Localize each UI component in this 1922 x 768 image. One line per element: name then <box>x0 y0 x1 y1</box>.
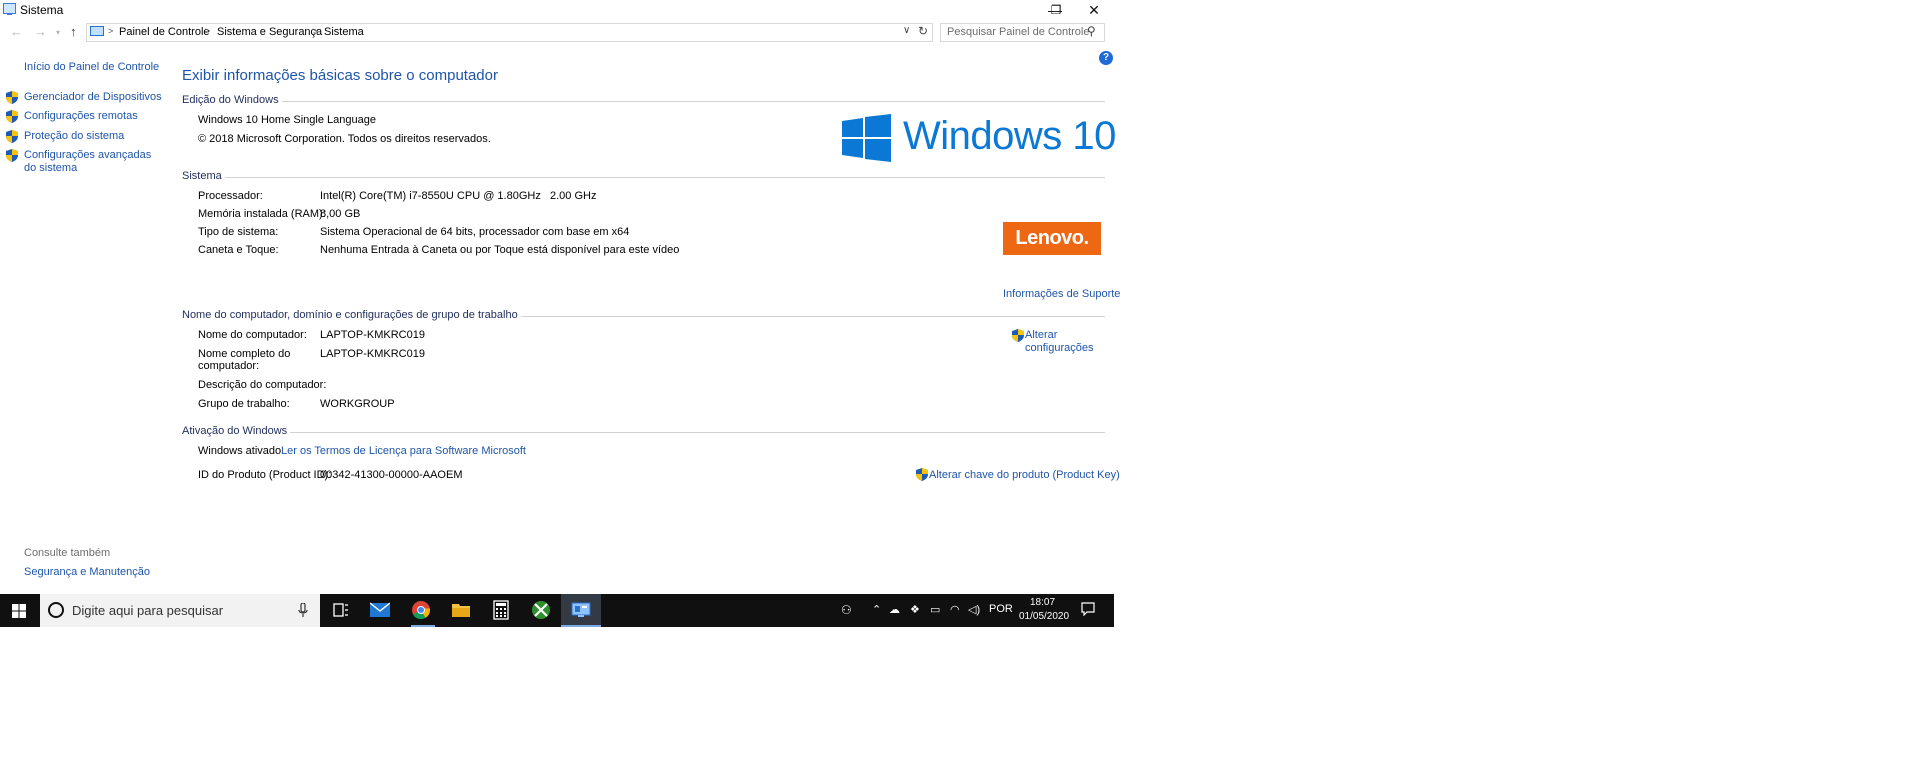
control-panel-taskbar-icon[interactable] <box>571 600 591 620</box>
close-button[interactable]: ✕ <box>1077 0 1111 20</box>
section-title-activation: Ativação do Windows <box>182 425 291 437</box>
processor-value: Intel(R) Core(TM) i7-8550U CPU @ 1.80GHz… <box>320 190 597 202</box>
change-settings-link[interactable]: Alterar configurações <box>1025 329 1105 355</box>
breadcrumb-sistema-e-seguranca[interactable]: Sistema e Segurança <box>217 26 322 38</box>
back-arrow-icon[interactable]: ← <box>10 24 23 39</box>
chrome-running-indicator <box>411 625 435 627</box>
search-placeholder: Pesquisar Painel de Controle <box>947 26 1090 38</box>
xbox-icon[interactable] <box>531 600 551 620</box>
active-app-indicator <box>561 625 601 627</box>
license-terms-link[interactable]: Ler os Termos de Licença para Software M… <box>281 445 526 457</box>
recent-locations-chevron-icon[interactable]: ▾ <box>56 28 60 37</box>
activation-status: Windows ativado <box>198 445 282 457</box>
lenovo-logo: Lenovo. <box>1003 222 1101 255</box>
pen-touch-label: Caneta e Toque: <box>198 244 279 256</box>
onedrive-cloud-icon[interactable]: ☁ <box>889 603 900 616</box>
mail-icon[interactable] <box>370 600 390 620</box>
forward-arrow-icon[interactable]: → <box>34 24 47 39</box>
breadcrumb-separator-icon[interactable]: > <box>205 26 210 36</box>
uac-shield-icon <box>1012 329 1024 342</box>
sidebar-item-system-protection[interactable]: Proteção do sistema <box>24 130 124 142</box>
sidebar-item-advanced-settings[interactable]: Configurações avançadas do sistema <box>24 149 154 175</box>
see-also-security-link[interactable]: Segurança e Manutenção <box>24 566 150 578</box>
window-title: Sistema <box>20 3 64 17</box>
section-title-system: Sistema <box>182 170 225 182</box>
chevron-up-icon[interactable]: ⌃ <box>872 603 881 616</box>
full-computer-name-label: Nome completo do computador: <box>198 348 291 372</box>
start-windows-icon[interactable] <box>12 604 26 618</box>
people-icon[interactable]: ⚇ <box>841 603 852 617</box>
change-product-key-link[interactable]: Alterar chave do produto (Product Key) <box>929 469 1120 481</box>
section-divider <box>182 177 1105 178</box>
uac-shield-icon <box>916 468 928 481</box>
uac-shield-icon <box>6 110 18 123</box>
calculator-icon[interactable] <box>491 600 511 620</box>
uac-shield-icon <box>6 149 18 162</box>
microphone-icon[interactable] <box>298 603 308 618</box>
section-title-edition: Edição do Windows <box>182 94 282 106</box>
workgroup-value: WORKGROUP <box>320 398 395 410</box>
system-type-value: Sistema Operacional de 64 bits, processa… <box>320 226 630 238</box>
see-also-title: Consulte também <box>24 547 111 559</box>
breadcrumb-painel-de-controle[interactable]: Painel de Controle <box>119 26 210 38</box>
sidebar-home-link[interactable]: Início do Painel de Controle <box>24 61 159 73</box>
copyright-text: © 2018 Microsoft Corporation. Todos os d… <box>198 133 491 145</box>
section-divider <box>182 432 1105 433</box>
full-computer-name-value: LAPTOP-KMKRC019 <box>320 348 425 360</box>
clock-date[interactable]: 01/05/2020 <box>1019 611 1069 622</box>
sidebar-item-device-manager[interactable]: Gerenciador de Dispositivos <box>24 91 162 103</box>
breadcrumb-separator-icon[interactable]: > <box>313 26 318 36</box>
ram-value: 8,00 GB <box>320 208 361 220</box>
title-bar[interactable] <box>0 0 1116 20</box>
restore-button[interactable]: ❐ <box>1039 0 1073 20</box>
address-dropdown-icon[interactable]: ∨ <box>903 25 910 36</box>
refresh-icon[interactable]: ↻ <box>918 24 928 38</box>
section-title-computer-name: Nome do computador, domínio e configuraç… <box>182 309 521 321</box>
file-explorer-icon[interactable] <box>451 600 471 620</box>
system-type-label: Tipo de sistema: <box>198 226 279 238</box>
cortana-icon <box>48 602 64 618</box>
wifi-icon[interactable]: ◠ <box>950 603 960 616</box>
breadcrumb-separator-icon[interactable]: > <box>108 26 113 36</box>
help-icon[interactable]: ? <box>1099 51 1113 65</box>
product-id-label: ID do Produto (Product ID): <box>198 469 332 481</box>
processor-label: Processador: <box>198 190 263 202</box>
windows-edition-name: Windows 10 Home Single Language <box>198 114 376 126</box>
page-title: Exibir informações básicas sobre o compu… <box>182 67 498 84</box>
language-indicator[interactable]: POR <box>989 603 1013 615</box>
sidebar-item-remote-settings[interactable]: Configurações remotas <box>24 110 138 122</box>
dropbox-icon[interactable]: ❖ <box>910 603 920 616</box>
action-center-icon[interactable] <box>1081 602 1095 616</box>
windows-logo-icon <box>842 114 891 162</box>
taskbar-search-placeholder: Digite aqui para pesquisar <box>72 603 224 618</box>
computer-name-value: LAPTOP-KMKRC019 <box>320 329 425 341</box>
pen-touch-value: Nenhuma Entrada à Caneta ou por Toque es… <box>320 244 680 256</box>
support-info-link[interactable]: Informações de Suporte <box>1003 288 1120 300</box>
address-bar[interactable] <box>86 23 933 42</box>
ram-label: Memória instalada (RAM): <box>198 208 326 220</box>
product-id-value: 00342-41300-00000-AAOEM <box>320 469 463 481</box>
clock-time[interactable]: 18:07 <box>1030 597 1055 608</box>
computer-name-label: Nome do computador: <box>198 329 307 341</box>
volume-icon[interactable]: ◁) <box>968 603 980 616</box>
uac-shield-icon <box>6 130 18 143</box>
search-icon[interactable]: ⚲ <box>1087 24 1096 38</box>
chrome-icon[interactable] <box>411 600 431 620</box>
task-view-icon[interactable] <box>331 600 351 620</box>
section-divider <box>182 101 1105 102</box>
windows-10-wordmark: Windows 10 <box>903 114 1116 158</box>
uac-shield-icon <box>6 91 18 104</box>
battery-icon[interactable]: ▭ <box>930 603 940 616</box>
up-arrow-icon[interactable]: ↑ <box>70 24 77 39</box>
breadcrumb-sistema[interactable]: Sistema <box>324 26 364 38</box>
system-window-icon <box>3 3 16 15</box>
workgroup-label: Grupo de trabalho: <box>198 398 290 410</box>
computer-description-label: Descrição do computador: <box>198 379 327 391</box>
control-panel-icon <box>90 26 104 36</box>
